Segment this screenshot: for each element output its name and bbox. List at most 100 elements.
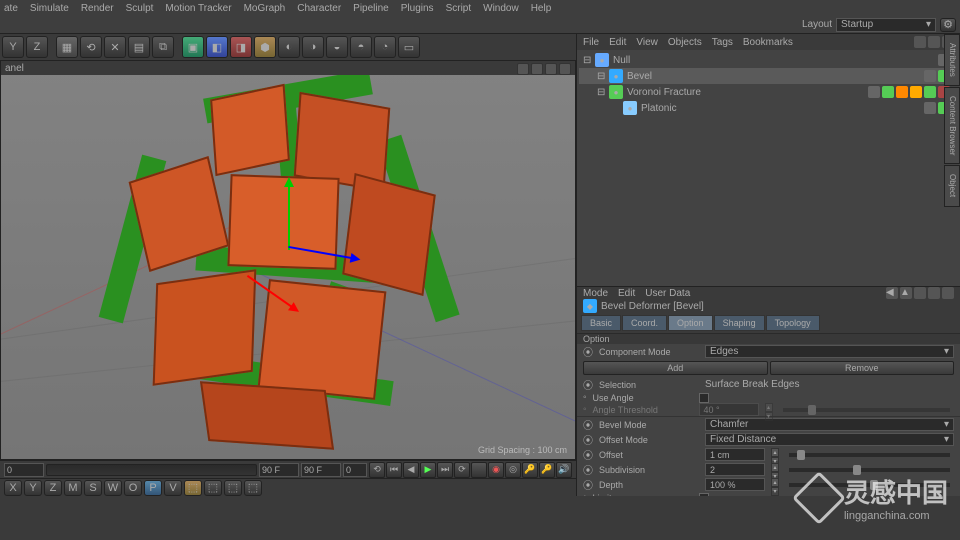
status-icon[interactable]: W — [104, 480, 122, 496]
tree-row[interactable]: ⊟●Voronoi Fracture — [579, 84, 958, 100]
record-icon[interactable]: ◉ — [488, 462, 504, 478]
object-tree[interactable]: ⊟●Null⊟●Bevel⊟●Voronoi Fracture●Platonic — [577, 50, 960, 286]
expand-icon[interactable]: ⊟ — [597, 87, 605, 98]
spinner[interactable]: ▴▾ — [771, 463, 779, 476]
status-icon[interactable]: Y — [24, 480, 42, 496]
status-icon[interactable]: O — [124, 480, 142, 496]
spinner[interactable]: ▴▾ — [771, 448, 779, 461]
menu-item[interactable]: Simulate — [30, 3, 69, 14]
menu-item[interactable]: Plugins — [401, 3, 434, 14]
panel-icon[interactable] — [914, 287, 926, 299]
limit-checkbox[interactable] — [699, 493, 709, 497]
menu-item[interactable]: Script — [446, 3, 472, 14]
tab-basic[interactable]: Basic — [581, 315, 621, 331]
panel-icon[interactable] — [914, 36, 926, 48]
forward-icon[interactable]: ⟳ — [454, 462, 470, 478]
tag-icon[interactable] — [924, 102, 936, 114]
tool-icon[interactable]: ◐ — [278, 36, 300, 58]
prev-frame-icon[interactable]: ⏮ — [386, 462, 402, 478]
menu-item[interactable]: Pipeline — [353, 3, 389, 14]
attr-menu-item[interactable]: User Data — [645, 288, 690, 299]
layout-config-icon[interactable]: ⚙ — [940, 18, 956, 32]
side-tab[interactable]: Attributes — [944, 34, 960, 86]
menu-item[interactable]: Help — [531, 3, 552, 14]
menu-item[interactable]: Render — [81, 3, 114, 14]
panel-icon[interactable] — [942, 287, 954, 299]
menu-item[interactable]: Window — [483, 3, 519, 14]
tool-icon[interactable]: ◑ — [302, 36, 324, 58]
tag-icon[interactable] — [924, 86, 936, 98]
rewind-icon[interactable]: ⟲ — [369, 462, 385, 478]
timeline-current[interactable]: 90 F — [301, 463, 341, 477]
offset-slider[interactable] — [789, 453, 950, 457]
status-icon[interactable]: ⬚ — [224, 480, 242, 496]
panel-icon[interactable] — [928, 287, 940, 299]
play-icon[interactable]: ▶ — [420, 462, 436, 478]
obj-menu-item[interactable]: File — [583, 37, 599, 48]
menu-item[interactable]: MoGraph — [244, 3, 286, 14]
status-icon[interactable]: ⬚ — [184, 480, 202, 496]
tool-icon[interactable]: ◔ — [374, 36, 396, 58]
primitive-icon[interactable]: ⬢ — [254, 36, 276, 58]
subdivision-field[interactable]: 2 — [705, 463, 765, 476]
timeline-start[interactable]: 0 — [4, 463, 44, 477]
status-icon[interactable]: P — [144, 480, 162, 496]
subdivision-slider[interactable] — [789, 468, 950, 472]
status-icon[interactable]: Z — [44, 480, 62, 496]
expand-icon[interactable]: ⊟ — [597, 71, 605, 82]
primitive-icon[interactable]: ◨ — [230, 36, 252, 58]
obj-menu-item[interactable]: Bookmarks — [743, 37, 793, 48]
side-tab[interactable]: Content Browser — [944, 87, 960, 165]
primitive-icon[interactable]: ▣ — [182, 36, 204, 58]
obj-menu-item[interactable]: View — [636, 37, 658, 48]
menu-item[interactable]: Character — [297, 3, 341, 14]
menu-item[interactable]: Motion Tracker — [165, 3, 231, 14]
tree-row[interactable]: ●Platonic — [579, 100, 958, 116]
bevel-mode-dropdown[interactable]: Chamfer▾ — [705, 418, 954, 431]
tab-shaping[interactable]: Shaping — [714, 315, 765, 331]
obj-menu-item[interactable]: Edit — [609, 37, 626, 48]
menu-item[interactable]: ate — [4, 3, 18, 14]
tab-option[interactable]: Option — [668, 315, 713, 331]
tag-icon[interactable] — [882, 86, 894, 98]
attr-menu-item[interactable]: Mode — [583, 288, 608, 299]
tag-icon[interactable] — [868, 86, 880, 98]
nav-up-icon[interactable]: ▲ — [900, 287, 912, 299]
status-icon[interactable]: V — [164, 480, 182, 496]
timeline-frame[interactable]: 0 — [343, 463, 367, 477]
tool-icon[interactable]: ◒ — [326, 36, 348, 58]
tool-icon[interactable]: ⧉ — [152, 36, 174, 58]
obj-menu-item[interactable]: Tags — [712, 37, 733, 48]
timeline-end[interactable]: 90 F — [259, 463, 299, 477]
tab-topology[interactable]: Topology — [766, 315, 820, 331]
status-icon[interactable]: ⬚ — [244, 480, 262, 496]
menu-item[interactable]: Sculpt — [126, 3, 154, 14]
tag-icon[interactable] — [896, 86, 908, 98]
tool-icon[interactable]: ▤ — [128, 36, 150, 58]
layout-dropdown[interactable]: Startup▾ — [836, 18, 936, 32]
remove-button[interactable]: Remove — [770, 361, 955, 375]
gizmo-y-axis[interactable] — [288, 180, 290, 250]
nav-back-icon[interactable]: ◀ — [886, 287, 898, 299]
play-back-icon[interactable]: ◀ — [403, 462, 419, 478]
tool-icon[interactable]: ▭ — [398, 36, 420, 58]
key-icon[interactable]: 🔑 — [539, 462, 555, 478]
panel-icon[interactable] — [928, 36, 940, 48]
offset-mode-dropdown[interactable]: Fixed Distance▾ — [705, 433, 954, 446]
depth-field[interactable]: 100 % — [705, 478, 765, 491]
add-button[interactable]: Add — [583, 361, 768, 375]
spinner[interactable]: ▴▾ — [771, 478, 779, 491]
tag-icon[interactable] — [924, 70, 936, 82]
timeline-track[interactable] — [46, 464, 257, 476]
render-icon[interactable]: ▦ — [56, 36, 78, 58]
status-icon[interactable]: S — [84, 480, 102, 496]
tool-icon[interactable]: ✕ — [104, 36, 126, 58]
tool-icon[interactable]: ⟲ — [80, 36, 102, 58]
component-mode-dropdown[interactable]: Edges▾ — [705, 345, 954, 358]
offset-field[interactable]: 1 cm — [705, 448, 765, 461]
use-angle-checkbox[interactable] — [699, 393, 709, 403]
depth-slider[interactable] — [789, 483, 950, 487]
axis-z-icon[interactable]: Z — [26, 36, 48, 58]
viewport[interactable]: anel — [0, 60, 576, 460]
sound-icon[interactable]: 🔊 — [556, 462, 572, 478]
